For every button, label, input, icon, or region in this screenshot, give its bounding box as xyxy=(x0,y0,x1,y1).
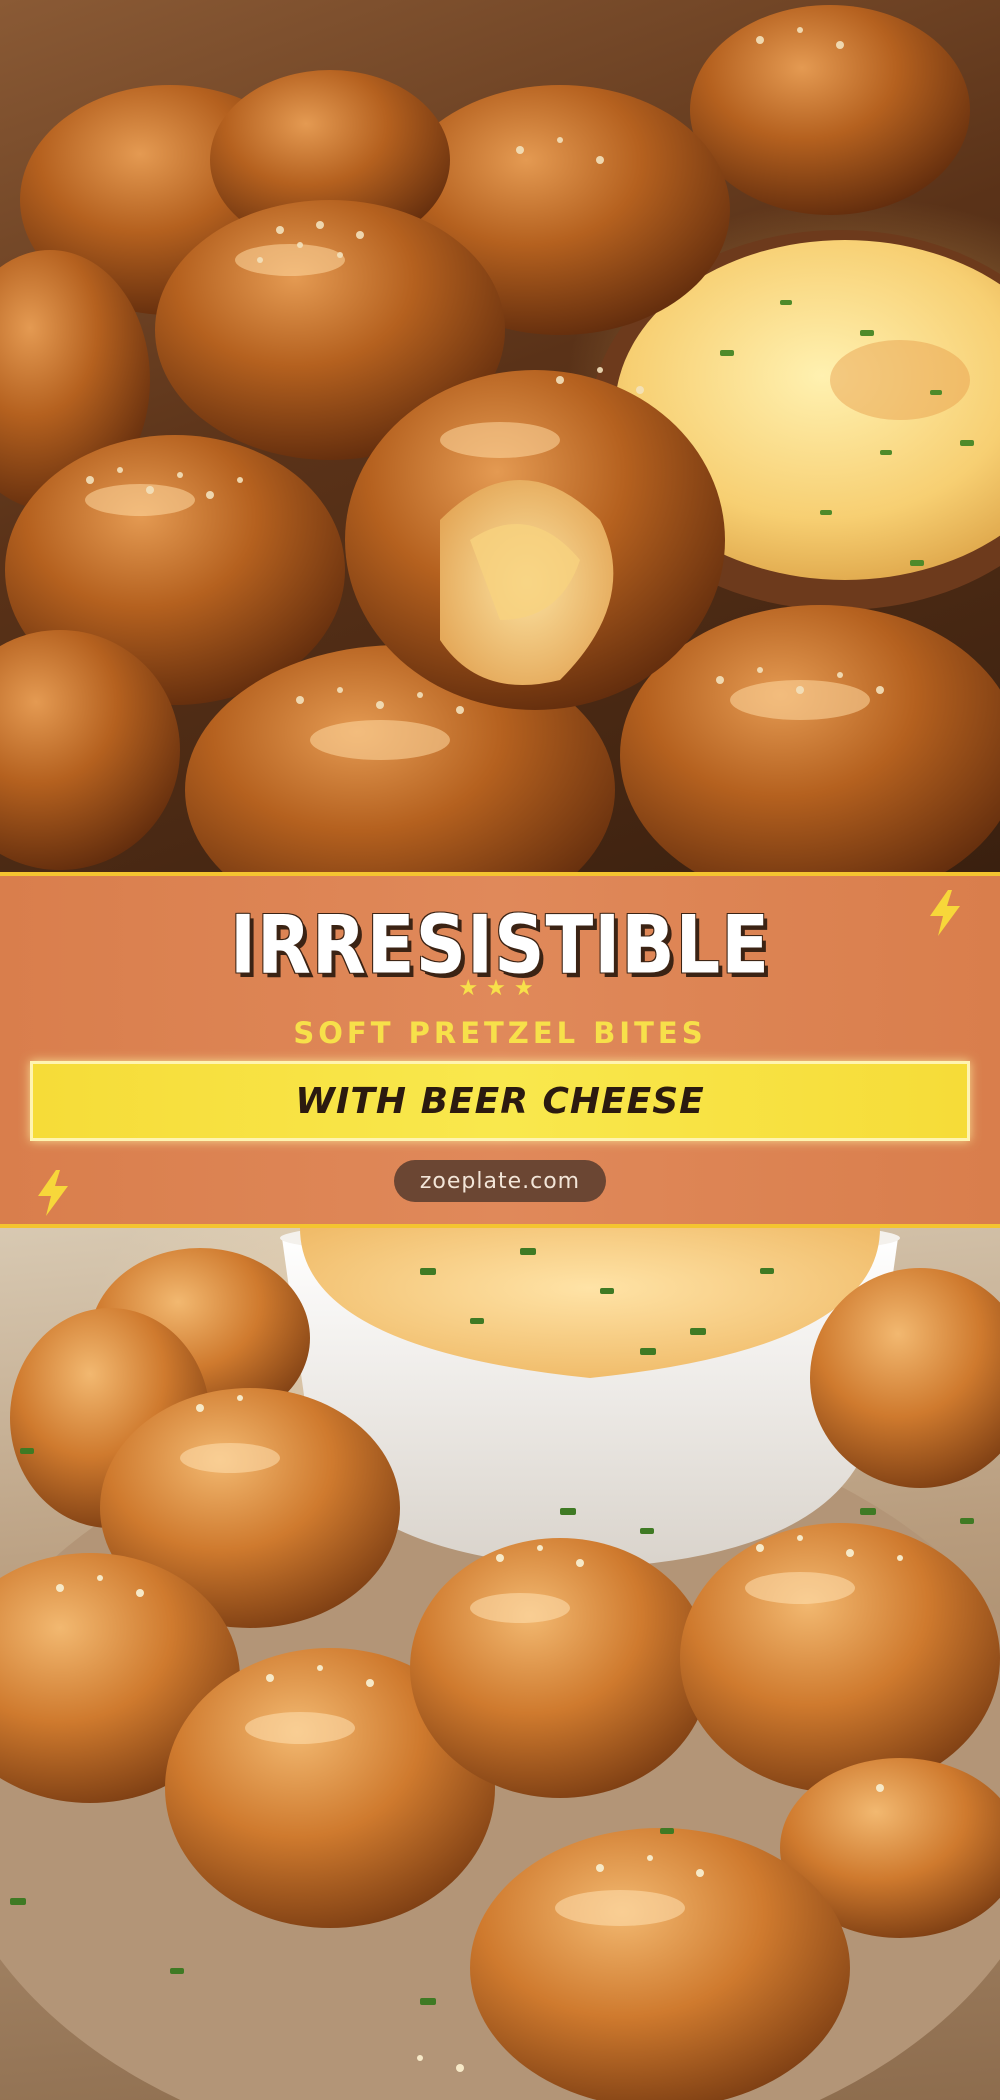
bottom-food-photo xyxy=(0,1228,1000,2100)
recipe-subtitle: SOFT PRETZEL BITES xyxy=(293,1016,707,1050)
title-banner: IRRESISTIBLE ★★★ SOFT PRETZEL BITES WITH… xyxy=(0,872,1000,1228)
website-url-pill[interactable]: zoeplate.com xyxy=(394,1160,606,1202)
highlight-strip: WITH BEER CHEESE xyxy=(30,1061,970,1141)
lightning-bolt-icon xyxy=(38,1170,68,1216)
highlight-strip-text: WITH BEER CHEESE xyxy=(295,1080,705,1122)
rating-stars: ★★★ xyxy=(458,976,542,1001)
website-url: zoeplate.com xyxy=(419,1168,581,1194)
lightning-bolt-icon xyxy=(930,890,960,936)
top-food-photo xyxy=(0,0,1000,872)
pin-graphic: IRRESISTIBLE ★★★ SOFT PRETZEL BITES WITH… xyxy=(0,0,1000,2100)
